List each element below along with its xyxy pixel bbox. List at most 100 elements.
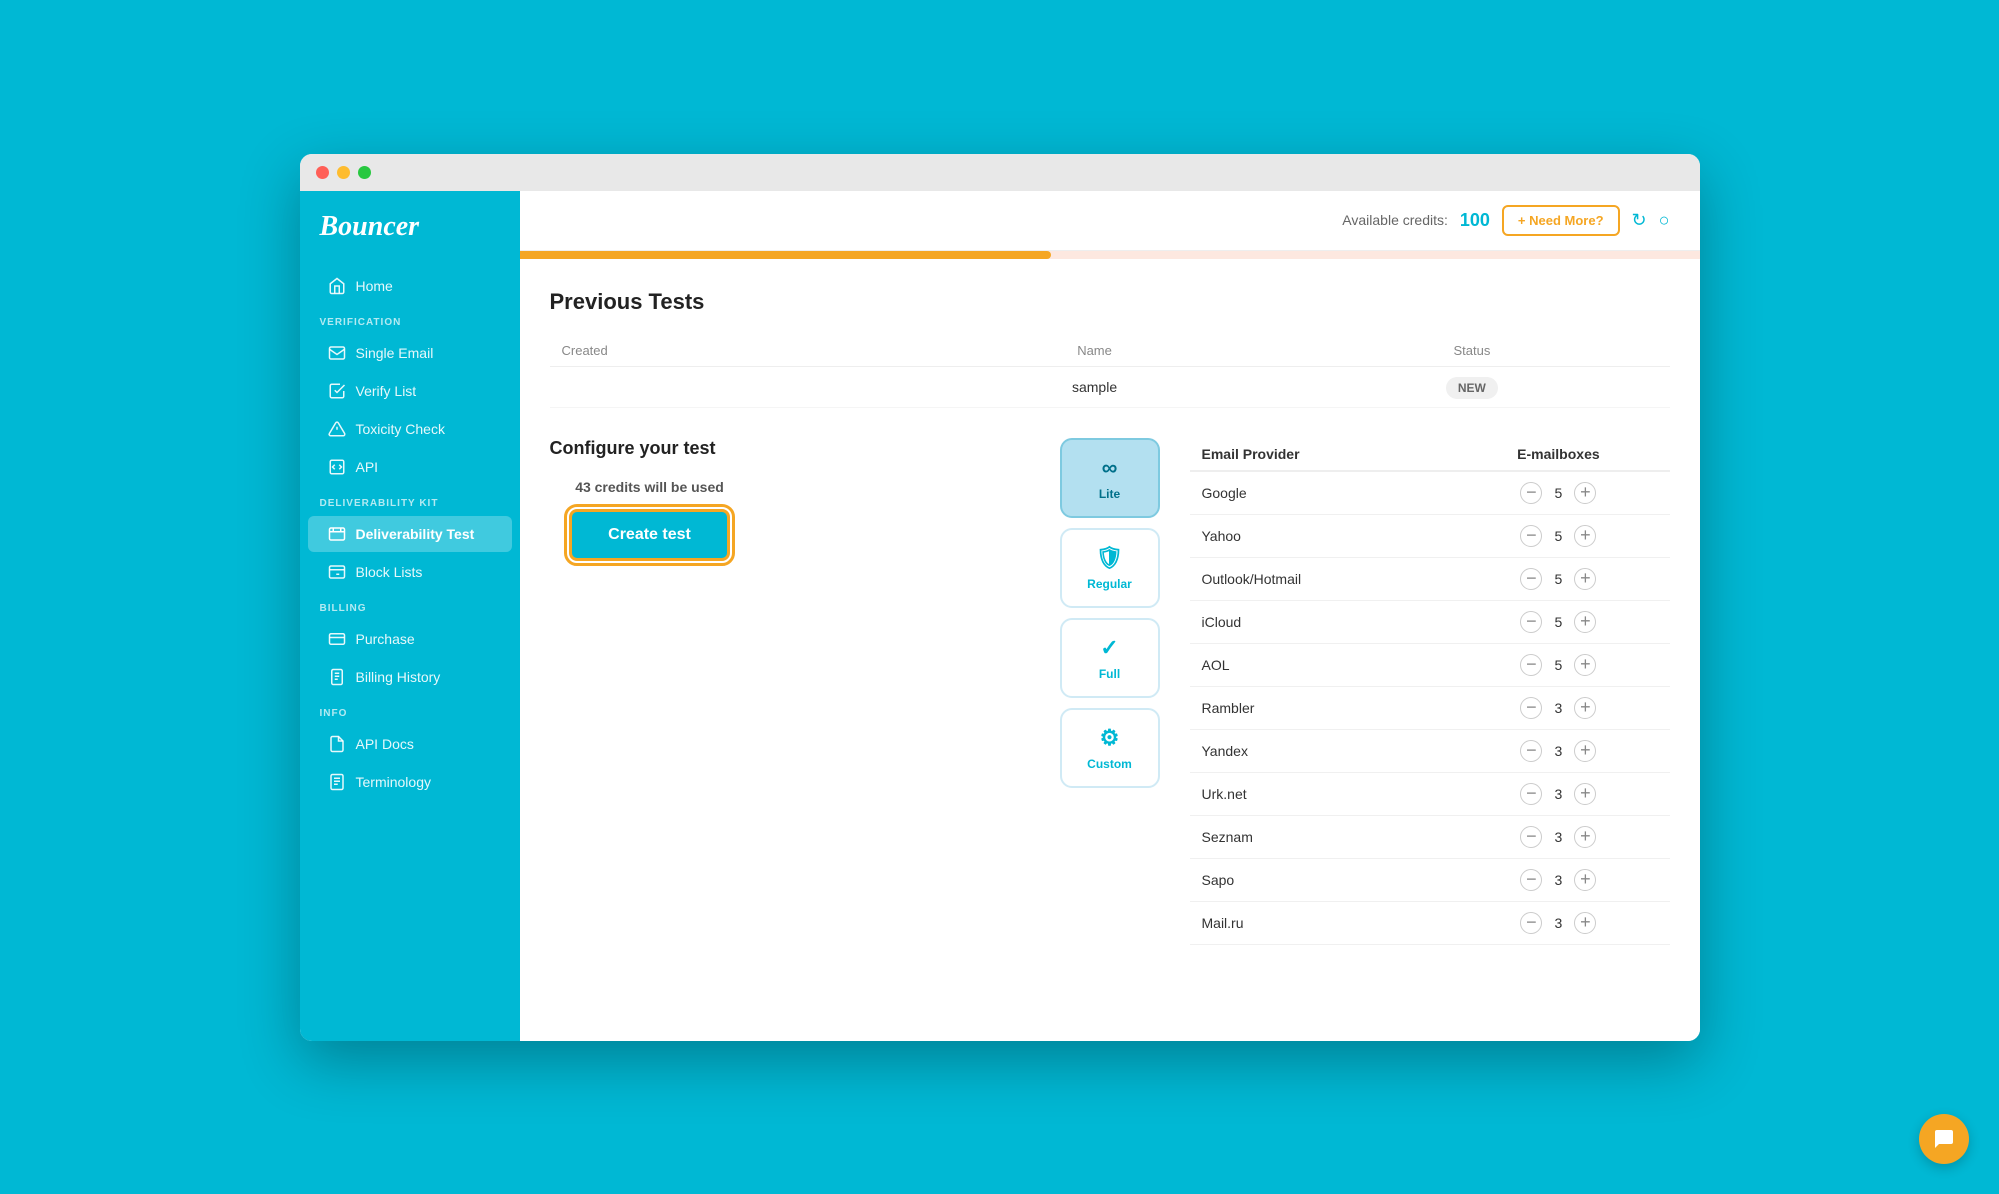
provider-name: Urk.net xyxy=(1190,772,1448,815)
sidebar-item-purchase[interactable]: Purchase xyxy=(308,621,512,657)
sidebar-item-api-docs-label: API Docs xyxy=(356,736,414,752)
increment-button[interactable]: + xyxy=(1574,697,1596,719)
decrement-button[interactable]: − xyxy=(1520,783,1542,805)
sidebar-item-home[interactable]: Home xyxy=(308,268,512,304)
lite-label: Lite xyxy=(1099,487,1120,501)
progress-bar xyxy=(520,251,1700,259)
provider-count: − 3 + xyxy=(1447,729,1669,772)
settings-icon: ○ xyxy=(1659,210,1670,231)
sidebar-item-api-docs[interactable]: API Docs xyxy=(308,726,512,762)
email-icon xyxy=(328,344,346,362)
chat-bubble[interactable] xyxy=(1919,1114,1969,1164)
provider-row: Google − 5 + xyxy=(1190,471,1670,515)
provider-name: Yahoo xyxy=(1190,514,1448,557)
provider-count: − 5 + xyxy=(1447,471,1669,515)
custom-icon: ⚙ xyxy=(1100,725,1120,751)
decrement-button[interactable]: − xyxy=(1520,482,1542,504)
sidebar-item-deliverability-test[interactable]: Deliverability Test xyxy=(308,516,512,552)
need-more-button[interactable]: + Need More? xyxy=(1502,205,1620,236)
providers-table: Email Provider E-mailboxes Google − 5 + … xyxy=(1190,438,1670,945)
traffic-light-red[interactable] xyxy=(316,166,329,179)
custom-label: Custom xyxy=(1087,757,1132,771)
main-header: Available credits: 100 + Need More? ↻ ○ xyxy=(520,191,1700,251)
sidebar-item-home-label: Home xyxy=(356,278,393,294)
traffic-light-yellow[interactable] xyxy=(337,166,350,179)
increment-button[interactable]: + xyxy=(1574,783,1596,805)
provider-name: Rambler xyxy=(1190,686,1448,729)
sidebar-item-api[interactable]: API xyxy=(308,449,512,485)
increment-button[interactable]: + xyxy=(1574,912,1596,934)
create-test-button[interactable]: Create test xyxy=(569,509,730,561)
credits-value: 100 xyxy=(1460,210,1490,231)
decrement-button[interactable]: − xyxy=(1520,611,1542,633)
increment-button[interactable]: + xyxy=(1574,869,1596,891)
home-icon xyxy=(328,277,346,295)
col-mailboxes: E-mailboxes xyxy=(1447,438,1669,471)
providers-section: Email Provider E-mailboxes Google − 5 + … xyxy=(1190,438,1670,945)
decrement-button[interactable]: − xyxy=(1520,912,1542,934)
decrement-button[interactable]: − xyxy=(1520,697,1542,719)
provider-row: iCloud − 5 + xyxy=(1190,600,1670,643)
test-card-full[interactable]: ✓ Full xyxy=(1060,618,1160,698)
warning-icon xyxy=(328,420,346,438)
increment-button[interactable]: + xyxy=(1574,482,1596,504)
billing-history-icon xyxy=(328,668,346,686)
decrement-button[interactable]: − xyxy=(1520,740,1542,762)
provider-name: Outlook/Hotmail xyxy=(1190,557,1448,600)
counter-value: 5 xyxy=(1550,614,1566,630)
test-card-custom[interactable]: ⚙ Custom xyxy=(1060,708,1160,788)
regular-icon: 🛡 xyxy=(1096,545,1124,571)
test-card-lite[interactable]: ∞ Lite xyxy=(1060,438,1160,518)
counter-value: 5 xyxy=(1550,571,1566,587)
main-content: Available credits: 100 + Need More? ↻ ○ … xyxy=(520,191,1700,1041)
full-icon: ✓ xyxy=(1100,635,1118,661)
deliverability-icon xyxy=(328,525,346,543)
sidebar-item-block-lists[interactable]: Block Lists xyxy=(308,554,512,590)
increment-button[interactable]: + xyxy=(1574,525,1596,547)
increment-button[interactable]: + xyxy=(1574,654,1596,676)
sidebar-item-terminology[interactable]: Terminology xyxy=(308,764,512,800)
col-name: Name xyxy=(915,335,1275,367)
counter-value: 3 xyxy=(1550,872,1566,888)
provider-name: Google xyxy=(1190,471,1448,515)
api-docs-icon xyxy=(328,735,346,753)
provider-name: Sapo xyxy=(1190,858,1448,901)
refresh-button[interactable]: ↻ xyxy=(1632,210,1647,231)
decrement-button[interactable]: − xyxy=(1520,525,1542,547)
increment-button[interactable]: + xyxy=(1574,740,1596,762)
decrement-button[interactable]: − xyxy=(1520,568,1542,590)
col-provider: Email Provider xyxy=(1190,438,1448,471)
increment-button[interactable]: + xyxy=(1574,611,1596,633)
sidebar-item-toxicity-check[interactable]: Toxicity Check xyxy=(308,411,512,447)
sidebar-item-verify-list[interactable]: Verify List xyxy=(308,373,512,409)
regular-label: Regular xyxy=(1087,577,1132,591)
provider-count: − 3 + xyxy=(1447,772,1669,815)
block-lists-icon xyxy=(328,563,346,581)
provider-count: − 5 + xyxy=(1447,557,1669,600)
provider-name: Seznam xyxy=(1190,815,1448,858)
traffic-light-green[interactable] xyxy=(358,166,371,179)
counter-value: 5 xyxy=(1550,485,1566,501)
decrement-button[interactable]: − xyxy=(1520,869,1542,891)
decrement-button[interactable]: − xyxy=(1520,654,1542,676)
decrement-button[interactable]: − xyxy=(1520,826,1542,848)
increment-button[interactable]: + xyxy=(1574,568,1596,590)
increment-button[interactable]: + xyxy=(1574,826,1596,848)
sidebar-item-billing-history[interactable]: Billing History xyxy=(308,659,512,695)
sidebar-item-deliverability-test-label: Deliverability Test xyxy=(356,526,475,542)
provider-row: Rambler − 3 + xyxy=(1190,686,1670,729)
sidebar-section-deliverability: DELIVERABILITY KIT xyxy=(300,486,520,515)
sidebar-item-single-email[interactable]: Single Email xyxy=(308,335,512,371)
sidebar-item-purchase-label: Purchase xyxy=(356,631,415,647)
settings-button[interactable]: ○ xyxy=(1659,210,1670,231)
provider-row: Yandex − 3 + xyxy=(1190,729,1670,772)
test-card-regular[interactable]: 🛡 Regular xyxy=(1060,528,1160,608)
counter-value: 3 xyxy=(1550,829,1566,845)
provider-name: iCloud xyxy=(1190,600,1448,643)
counter-value: 5 xyxy=(1550,528,1566,544)
sidebar-section-info: INFO xyxy=(300,696,520,725)
cell-name: sample xyxy=(915,366,1275,407)
provider-count: − 5 + xyxy=(1447,643,1669,686)
cell-created xyxy=(550,366,915,407)
counter-value: 3 xyxy=(1550,700,1566,716)
